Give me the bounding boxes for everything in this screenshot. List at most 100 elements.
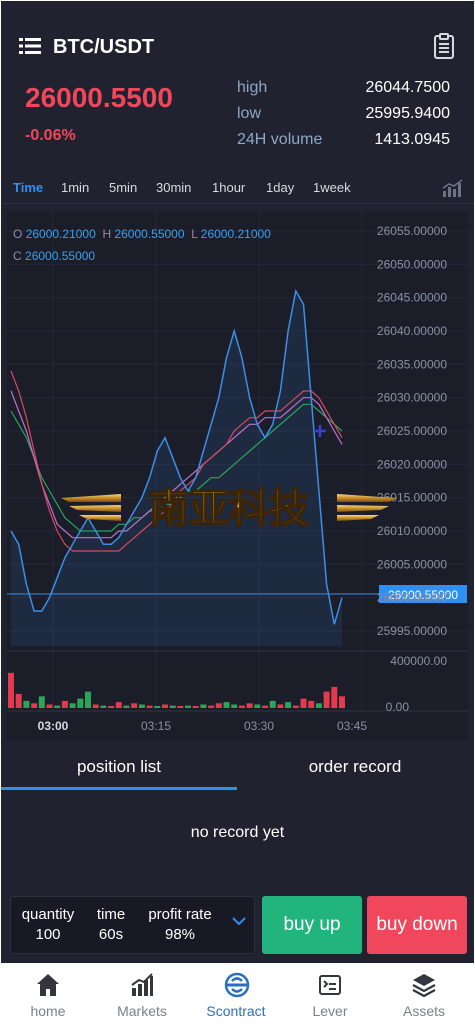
watermark-text: 南亚科技 [149,486,309,532]
nav-scontract[interactable]: Scontract [189,963,283,1023]
volume-bar [323,691,330,708]
volume-bar [277,704,284,708]
y-tick-label: 25995.00000 [377,624,447,638]
y-tick-label: 26005.00000 [377,557,447,571]
volume-bar [285,702,292,708]
ohlc-close: 26000.55000 [25,249,96,263]
volume-bar [92,704,99,708]
nav-markets-label: Markets [117,1003,167,1019]
volume-bar [31,703,38,708]
x-tick-label: 03:30 [244,719,274,733]
volume-bar [331,686,338,709]
timeframe-1min[interactable]: 1min [61,180,89,196]
volume-bar [115,702,122,708]
watermark-logo: 南亚科技 [61,485,397,533]
volume-bar [8,672,14,709]
timeframe-1day[interactable]: 1day [266,180,294,196]
timeframe-30min[interactable]: 30min [156,180,191,196]
buy-down-button[interactable]: buy down [367,896,467,954]
clipboard-icon[interactable] [433,33,455,59]
volume-bar [315,703,322,708]
nav-home[interactable]: home [1,963,95,1023]
active-tab-indicator [1,787,237,790]
buy-up-button[interactable]: buy up [262,896,362,954]
y-tick-label: 26000.00000 [377,591,447,605]
pair-title[interactable]: BTC/USDT [53,35,154,59]
volume-bar [61,700,68,708]
volume-bar [138,704,145,708]
time-value: 60s [98,926,124,943]
profit-value: 98% [164,926,196,943]
volume-bar [77,698,84,708]
price-change: -0.06% [25,127,76,144]
time-setting: time 60s [89,905,133,945]
stat-high-label: high [237,79,268,96]
chevron-down-icon[interactable] [231,915,247,927]
stat-high-value: 26044.7500 [365,79,450,96]
list-icon[interactable] [19,37,41,55]
timeframe-bar: Time 1min 5min 30min 1hour 1day 1week [1,174,474,204]
stat-volume-value: 1413.0945 [374,131,450,148]
volume-bar [169,705,176,708]
volume-bar [131,703,138,708]
ohlc-high: 26000.55000 [114,227,185,241]
timeframe-5min[interactable]: 5min [109,180,137,196]
x-tick-label: 03:15 [141,719,171,733]
app-screen: BTC/USDT 26000.5500 -0.06% high 26044.75… [1,1,474,1023]
home-icon [37,974,59,996]
tab-order-record[interactable]: order record [237,745,473,791]
timeframe-1hour[interactable]: 1hour [212,180,245,196]
stat-low-label: low [237,105,262,122]
volume-bar [192,706,199,708]
lever-icon [319,975,341,995]
volume-bar [146,705,153,708]
volume-bar [254,704,261,708]
timeframe-1week[interactable]: 1week [313,180,351,196]
nav-markets[interactable]: Markets [95,963,189,1023]
stat-volume-label: 24H volume [237,131,323,148]
quantity-label: quantity [21,906,75,923]
time-label: time [96,906,126,923]
volume-bar [108,706,115,708]
profit-label: profit rate [148,906,212,923]
header: BTC/USDT [1,1,474,61]
y-tick-label: 26025.00000 [377,424,447,438]
current-price: 26000.5500 [25,82,173,113]
bottom-nav: home Markets Scontract Lever Assets [1,963,474,1023]
y-tick-label: 26050.00000 [377,257,447,271]
volume-bar [238,705,245,708]
quantity-value: 100 [35,926,61,943]
bar-chart-icon[interactable] [442,179,464,197]
x-tick-label: 03:00 [38,719,69,733]
volume-tick-top: 400000.00 [390,654,447,668]
volume-bar [46,704,53,708]
volume-bar [100,705,107,708]
nav-lever-label: Lever [312,1003,348,1019]
volume-bar [154,706,161,708]
price-chart[interactable]: 26000.55000 26055.00000 26050.00000 26045.… [1,211,474,741]
nav-assets[interactable]: Assets [377,963,471,1023]
empty-state-text: no record yet [190,824,285,841]
volume-bar [185,705,191,708]
volume-bar [339,696,345,709]
timeframe-time[interactable]: Time [13,180,43,196]
nav-assets-label: Assets [402,1003,445,1019]
y-tick-label: 26035.00000 [377,357,447,371]
scontract-icon [224,972,250,998]
y-tick-label: 26020.00000 [377,457,447,471]
volume-bar [208,705,215,708]
nav-home-label: home [30,1003,66,1019]
order-settings[interactable]: quantity 100 time 60s profit rate 98% [10,896,255,954]
y-tick-label: 26045.00000 [377,291,447,305]
ohlc-low: 26000.21000 [200,227,271,241]
volume-bar [262,705,268,708]
tab-position-list[interactable]: position list [1,745,237,791]
markets-icon [131,973,153,996]
nav-lever[interactable]: Lever [283,963,377,1023]
x-tick-label: 03:45 [337,719,367,733]
quantity-setting: quantity 100 [17,905,79,945]
volume-bar [54,705,61,708]
volume-bar [215,703,222,708]
y-tick-label: 26030.00000 [377,391,447,405]
volume-bar [200,704,207,708]
